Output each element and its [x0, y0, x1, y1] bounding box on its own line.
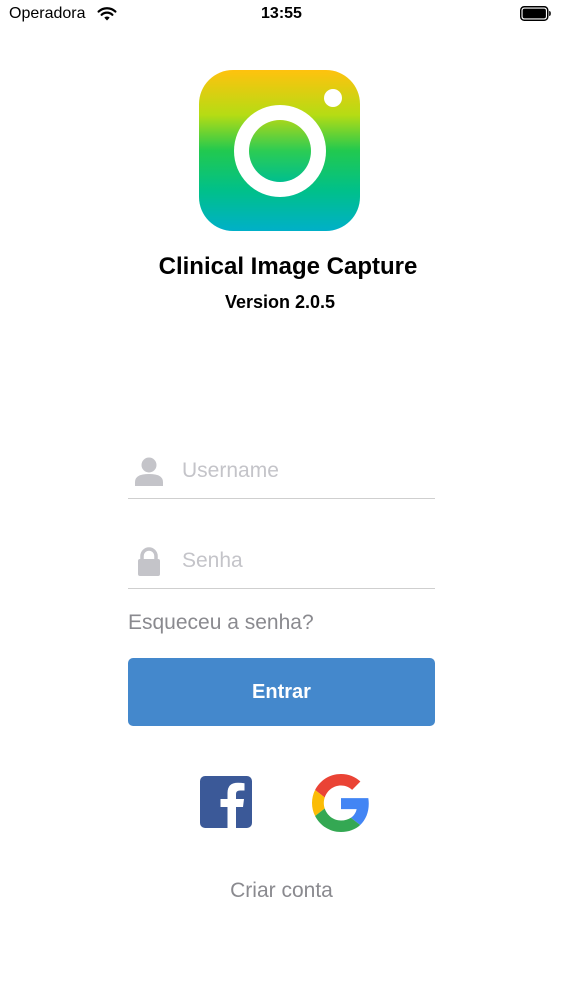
- app-version: Version 2.0.5: [224, 292, 336, 312]
- login-button[interactable]: Entrar: [128, 658, 435, 726]
- lock-icon: [138, 547, 160, 576]
- facebook-icon[interactable]: [200, 776, 252, 828]
- create-account-link[interactable]: Criar conta: [0, 879, 563, 903]
- user-icon: [135, 457, 163, 486]
- forgot-password-link[interactable]: Esqueceu a senha?: [128, 611, 314, 635]
- app-title: Clinical Image Capture: [158, 253, 418, 280]
- password-input[interactable]: [182, 544, 422, 578]
- password-field: [128, 538, 435, 589]
- status-bar: Operadora 13:55: [0, 0, 563, 30]
- username-input[interactable]: [182, 454, 422, 488]
- camera-logo-icon: [199, 70, 360, 231]
- google-icon[interactable]: [312, 774, 370, 832]
- username-field: [128, 448, 435, 499]
- battery-icon: [520, 6, 551, 21]
- status-time: 13:55: [261, 5, 302, 22]
